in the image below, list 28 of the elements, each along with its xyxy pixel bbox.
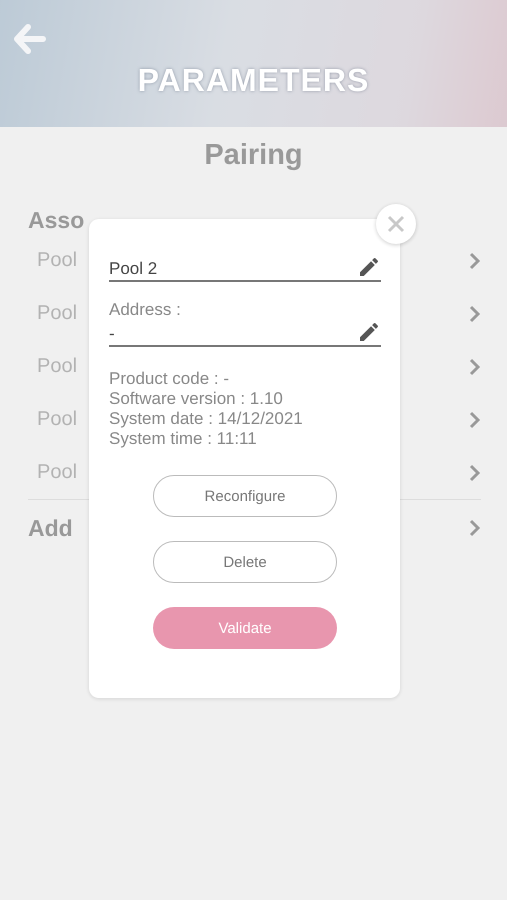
- close-icon: [386, 214, 406, 234]
- info-line: Software version : 1.10: [109, 389, 283, 409]
- chevron-icon: [469, 358, 481, 376]
- section-title: Asso: [28, 207, 84, 234]
- pencil-icon[interactable]: [357, 320, 381, 344]
- action-button[interactable]: Delete: [153, 541, 337, 583]
- info-line: Product code : -: [109, 369, 230, 389]
- chevron-icon: [469, 519, 481, 537]
- chevron-icon: [469, 252, 481, 270]
- chevron-icon: [469, 410, 481, 428]
- action-button[interactable]: Reconfigure: [153, 475, 337, 517]
- info-line: System time : 11:11: [109, 429, 257, 449]
- page-title: Pairing: [203, 139, 304, 173]
- device-item[interactable]: Pool: [37, 355, 78, 378]
- device-item[interactable]: Pool: [37, 249, 78, 272]
- pencil-icon[interactable]: [357, 255, 381, 279]
- header-title: PARAMETERS: [138, 62, 370, 100]
- name-field[interactable]: Pool 2: [109, 253, 381, 282]
- device-item[interactable]: Pool: [37, 302, 78, 325]
- address-field[interactable]: -: [109, 320, 381, 347]
- info-line: System date : 14/12/2021: [109, 409, 303, 429]
- chevron-icon: [469, 304, 481, 322]
- device-item[interactable]: Pool: [37, 408, 78, 431]
- address-label: Address :: [109, 300, 181, 320]
- device-item[interactable]: Pool: [37, 461, 78, 484]
- validate-button[interactable]: Validate: [153, 607, 337, 649]
- add-item[interactable]: Add: [28, 514, 73, 542]
- chevron-icon: [469, 464, 481, 482]
